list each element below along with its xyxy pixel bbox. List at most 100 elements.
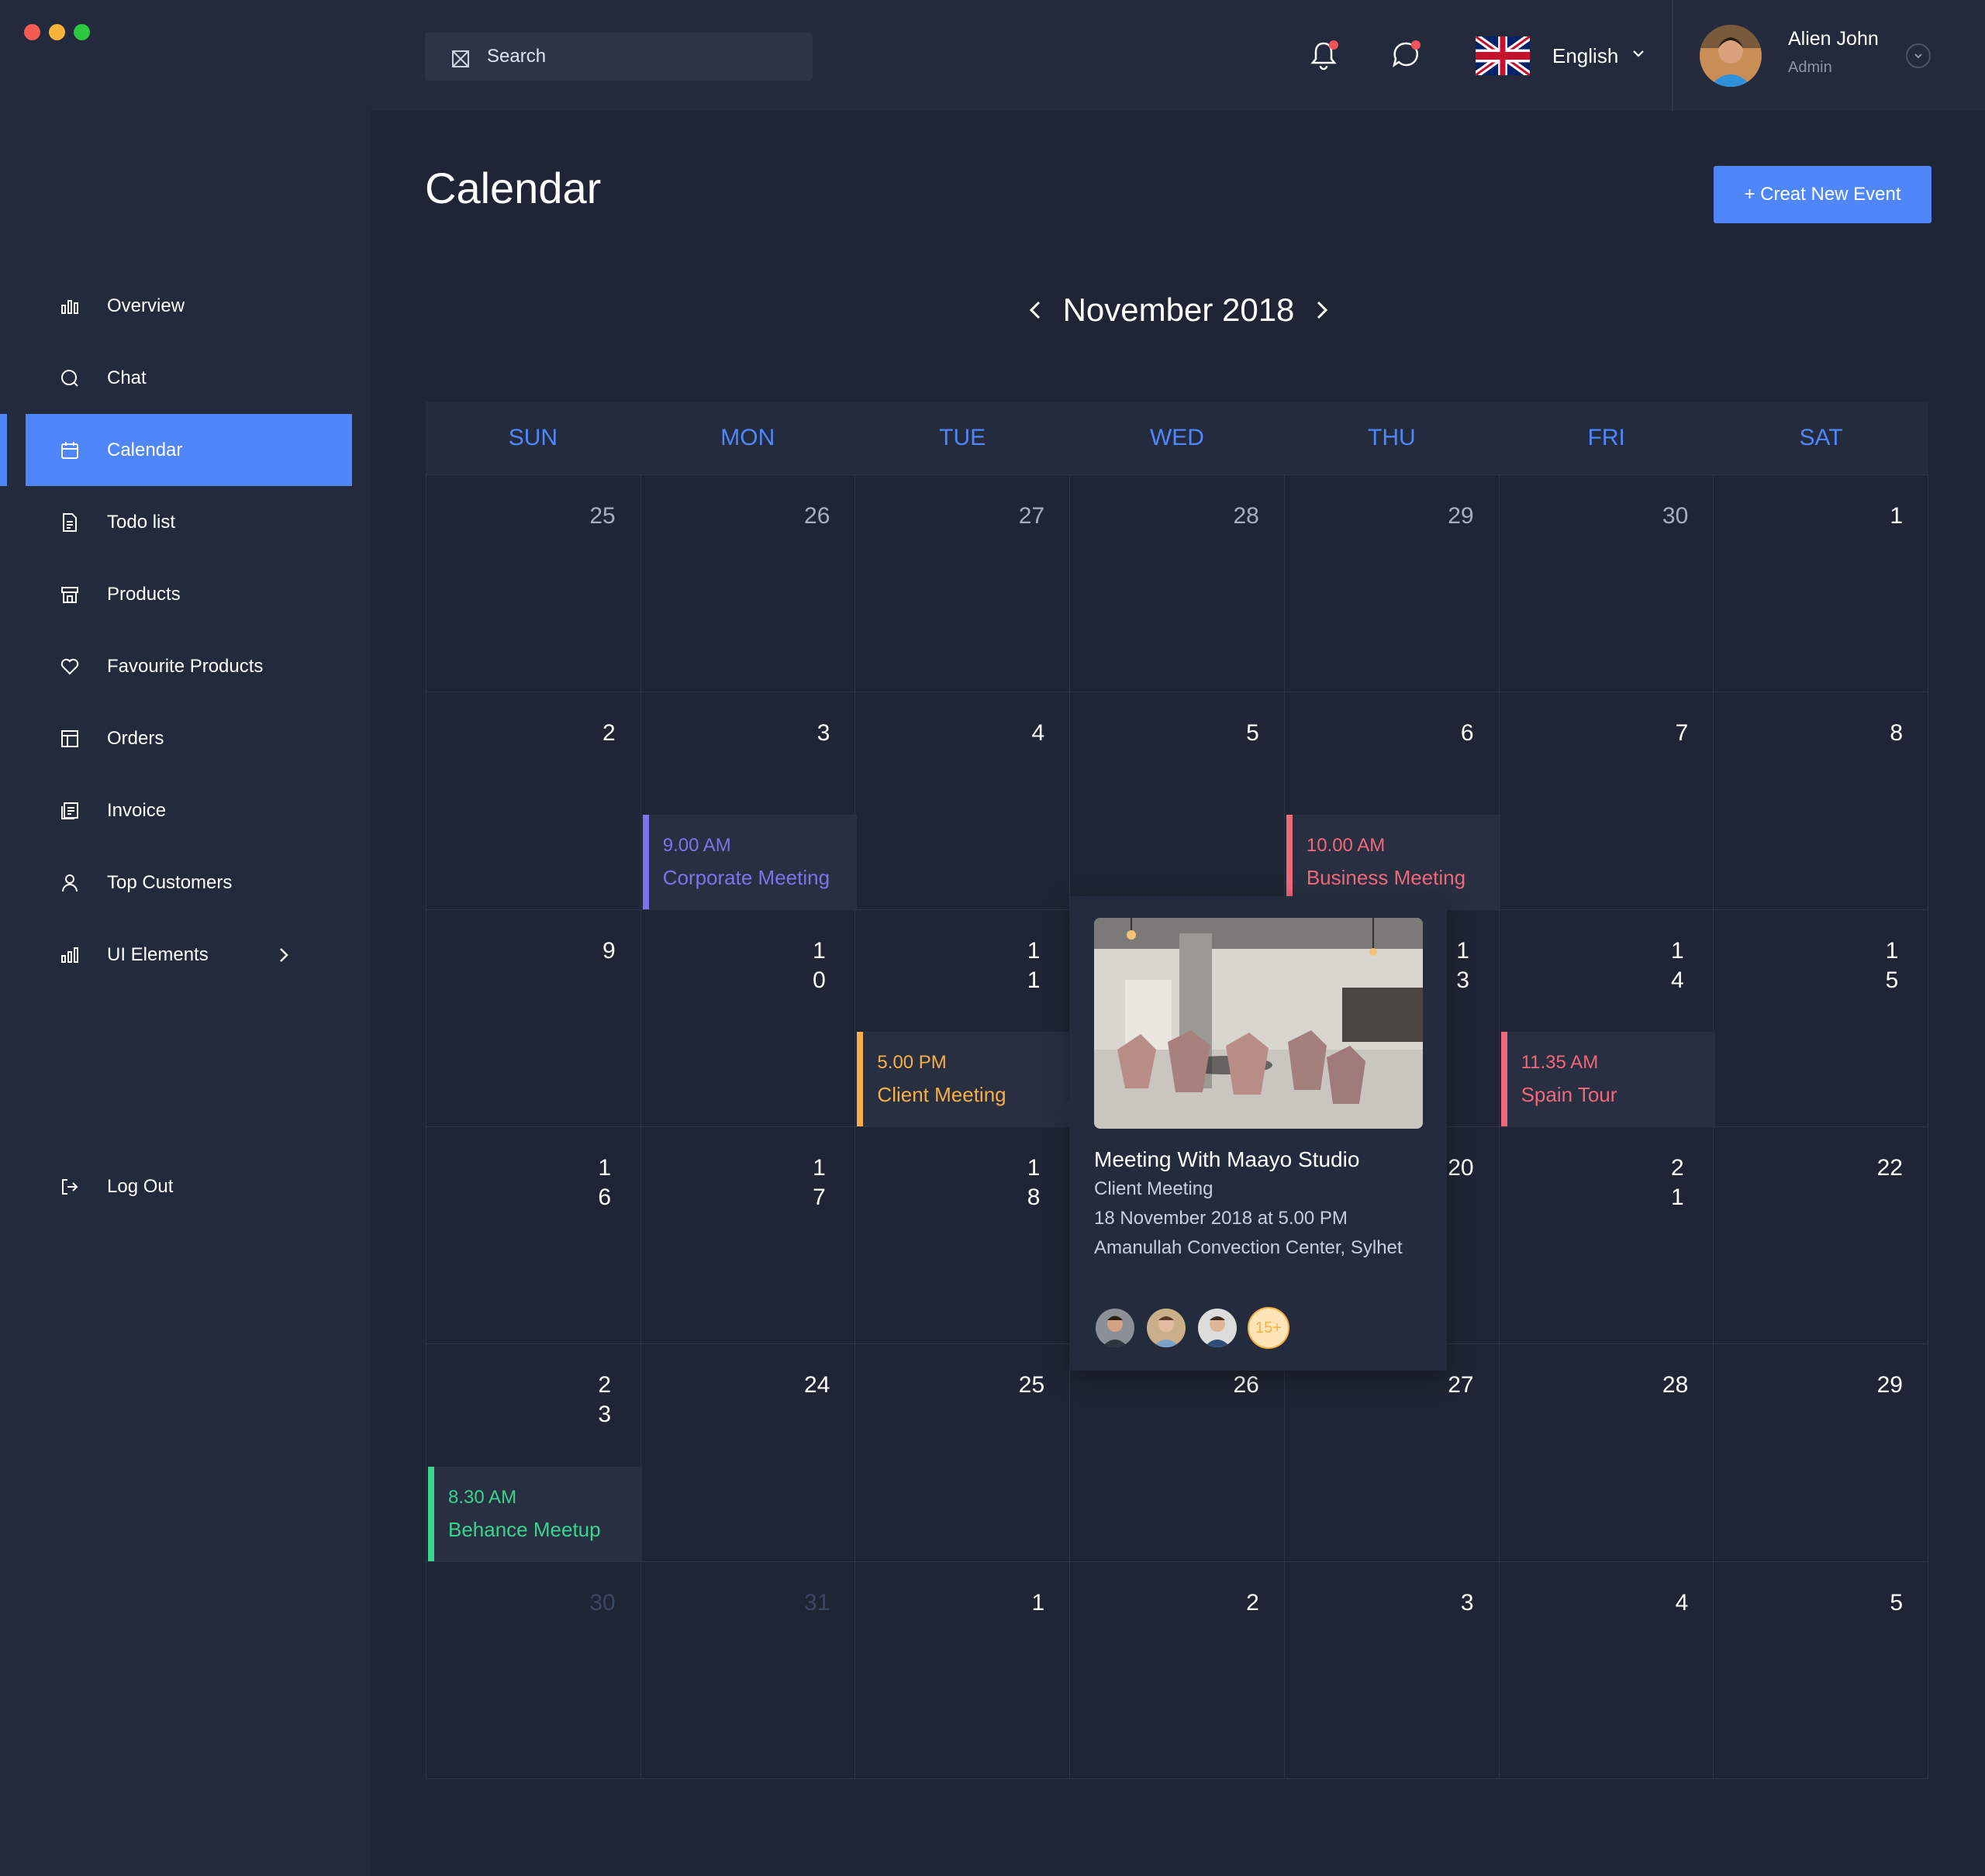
- day-cell[interactable]: 25: [426, 475, 641, 693]
- create-event-button[interactable]: + Creat New Event: [1714, 166, 1931, 223]
- event-name: Behance Meetup: [448, 1517, 601, 1541]
- invoice-icon: [60, 801, 80, 821]
- attendee-avatar[interactable]: [1196, 1307, 1238, 1349]
- day-number: 2: [602, 720, 616, 747]
- day-cell[interactable]: 3 9.00 AM Corporate Meeting: [640, 692, 857, 910]
- day-cell[interactable]: 22: [1714, 1127, 1928, 1345]
- weekday-header: SUN MON TUE WED THU FRI SAT: [426, 402, 1928, 474]
- event-popover[interactable]: Meeting With Maayo Studio Client Meeting…: [1055, 896, 1447, 1371]
- next-month-icon[interactable]: [1309, 298, 1334, 322]
- day-cell[interactable]: 29: [1284, 475, 1500, 693]
- sidebar-item-chat[interactable]: Chat: [26, 342, 352, 414]
- layout-icon: [60, 729, 80, 749]
- day-number: 22: [1876, 1155, 1903, 1181]
- day-cell[interactable]: 21: [1499, 1127, 1714, 1345]
- event-time: 5.00 PM: [877, 1052, 947, 1073]
- user-icon: [60, 873, 80, 893]
- day-cell[interactable]: 8: [1714, 692, 1928, 910]
- chevron-right-icon: [272, 943, 295, 967]
- language-selector[interactable]: English: [1552, 36, 1618, 75]
- day-cell[interactable]: 5: [1714, 1561, 1928, 1779]
- day-cell[interactable]: 25: [855, 1344, 1071, 1562]
- day-cell[interactable]: 28: [1499, 1344, 1714, 1562]
- day-cell[interactable]: 27: [1284, 1344, 1500, 1562]
- header-divider: [1672, 0, 1673, 111]
- day-cell[interactable]: 27: [855, 475, 1071, 693]
- heart-icon: [60, 657, 80, 677]
- day-cell[interactable]: 5: [1070, 692, 1285, 910]
- day-cell[interactable]: 4: [855, 692, 1071, 910]
- day-cell[interactable]: 1: [855, 1561, 1071, 1779]
- event-time: 10.00 AM: [1306, 834, 1386, 856]
- day-cell[interactable]: 6 10.00 AM Business Meeting: [1284, 692, 1500, 910]
- sidebar-item-label: Products: [107, 584, 181, 605]
- day-number: 2: [1246, 1589, 1259, 1616]
- sidebar-item-ui-elements[interactable]: UI Elements: [26, 919, 352, 991]
- event-corporate-meeting[interactable]: 9.00 AM Corporate Meeting: [642, 814, 857, 909]
- day-cell[interactable]: 31: [640, 1561, 856, 1779]
- sidebar-item-invoice[interactable]: Invoice: [26, 774, 352, 847]
- day-number: 29: [1876, 1372, 1903, 1398]
- day-number: 25: [1018, 1372, 1045, 1398]
- event-spain-tour[interactable]: 11.35 AM Spain Tour: [1500, 1032, 1715, 1126]
- day-cell[interactable]: 18: [855, 1127, 1071, 1345]
- day-cell[interactable]: 1: [1714, 475, 1928, 693]
- chevron-down-icon[interactable]: [1630, 45, 1647, 62]
- day-number: 4: [1675, 1589, 1689, 1616]
- day-cell[interactable]: 3: [1284, 1561, 1500, 1779]
- day-cell[interactable]: 26: [640, 475, 856, 693]
- sidebar-item-top-customers[interactable]: Top Customers: [26, 847, 352, 919]
- day-cell[interactable]: 17: [640, 1127, 856, 1345]
- maximize-window-button[interactable]: [74, 24, 90, 40]
- sidebar-item-products[interactable]: Products: [26, 558, 352, 630]
- day-cell[interactable]: 14 11.35 AM Spain Tour: [1499, 909, 1715, 1127]
- day-cell[interactable]: 4: [1499, 1561, 1714, 1779]
- sidebar-item-calendar[interactable]: Calendar: [26, 414, 352, 486]
- event-behance-meetup[interactable]: 8.30 AM Behance Meetup: [428, 1466, 642, 1561]
- weekday-label: WED: [1149, 425, 1204, 450]
- event-name: Corporate Meeting: [662, 865, 830, 889]
- day-cell[interactable]: 23 8.30 AM Behance Meetup: [426, 1344, 642, 1562]
- day-cell[interactable]: 28: [1070, 475, 1285, 693]
- day-cell[interactable]: 30: [1499, 475, 1714, 693]
- user-menu-chevron-icon[interactable]: [1906, 43, 1931, 68]
- day-cell[interactable]: 7: [1499, 692, 1714, 910]
- user-name: Alien John: [1788, 28, 1879, 50]
- day-cell[interactable]: 29: [1714, 1344, 1928, 1562]
- day-cell[interactable]: 15: [1714, 909, 1928, 1127]
- day-cell[interactable]: 11 5.00 PM Client Meeting: [855, 909, 1072, 1127]
- day-number: 3: [816, 720, 830, 747]
- sidebar-item-label: Overview: [107, 295, 185, 316]
- logout-button[interactable]: Log Out: [26, 1150, 352, 1223]
- day-cell[interactable]: 9: [426, 909, 641, 1127]
- search-icon: [451, 50, 470, 68]
- day-cell[interactable]: 30: [426, 1561, 641, 1779]
- day-cell[interactable]: 16: [426, 1127, 641, 1345]
- search-input[interactable]: Search: [425, 33, 813, 81]
- prev-month-icon[interactable]: [1024, 298, 1048, 322]
- sidebar-item-overview[interactable]: Overview: [26, 270, 352, 342]
- day-number: 23: [598, 1372, 612, 1428]
- day-number: 16: [598, 1155, 612, 1210]
- avatar[interactable]: [1700, 25, 1762, 87]
- uk-flag-icon[interactable]: [1474, 33, 1531, 79]
- event-business-meeting[interactable]: 10.00 AM Business Meeting: [1286, 814, 1500, 909]
- close-window-button[interactable]: [24, 24, 40, 40]
- day-cell[interactable]: 2: [1070, 1561, 1285, 1779]
- attendee-avatar[interactable]: [1094, 1307, 1136, 1349]
- sidebar-item-label: Orders: [107, 728, 164, 749]
- day-cell[interactable]: 24: [640, 1344, 856, 1562]
- day-cell[interactable]: 10: [640, 909, 856, 1127]
- attendee-avatar[interactable]: [1145, 1307, 1187, 1349]
- event-name: Client Meeting: [877, 1083, 1006, 1106]
- sidebar-item-todo-list[interactable]: Todo list: [26, 486, 352, 558]
- minimize-window-button[interactable]: [49, 24, 65, 40]
- event-client-meeting[interactable]: 5.00 PM Client Meeting: [857, 1032, 1072, 1126]
- more-attendees-badge[interactable]: 15+: [1248, 1307, 1289, 1349]
- sidebar-item-favourite-products[interactable]: Favourite Products: [26, 630, 352, 702]
- day-cell[interactable]: 26: [1070, 1344, 1285, 1562]
- day-cell[interactable]: 2: [426, 692, 641, 910]
- sidebar-item-orders[interactable]: Orders: [26, 702, 352, 774]
- calendar-icon: [60, 440, 80, 460]
- day-number: 6: [1460, 720, 1474, 747]
